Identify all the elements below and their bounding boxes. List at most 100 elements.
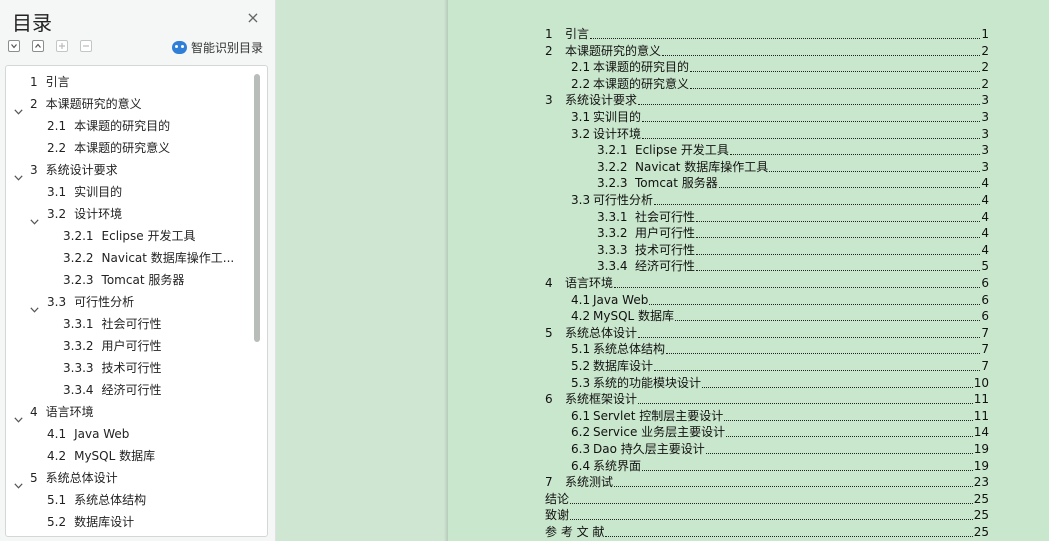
toc-tree-item[interactable]: 2.2 本课题的研究意义 bbox=[6, 137, 246, 159]
toc-tree-item-number: 2.1 bbox=[47, 119, 67, 133]
toc-entry-number: 3.2 bbox=[571, 126, 591, 141]
toc-entry[interactable]: 5.3 系统的功能模块设计 10 bbox=[571, 375, 989, 391]
toc-tree-item[interactable]: 3.3.1 社会可行性 bbox=[6, 313, 246, 335]
toc-entry[interactable]: 2.2 本课题的研究意义 2 bbox=[571, 76, 989, 92]
toc-tree-item-number: 3.1 bbox=[47, 185, 67, 199]
toc-tree-item[interactable]: 3 系统设计要求 bbox=[6, 159, 246, 181]
toc-entry[interactable]: 参 考 文 献 25 bbox=[545, 524, 989, 540]
toc-entry[interactable]: 3.2.3 Tomcat 服务器 4 bbox=[597, 175, 989, 191]
smart-toc-label: 智能识别目录 bbox=[191, 40, 264, 55]
toc-entry[interactable]: 2.1 本课题的研究目的 2 bbox=[571, 59, 989, 75]
add-heading-icon[interactable] bbox=[56, 40, 68, 52]
dot-leader bbox=[718, 186, 981, 189]
toc-tree-item[interactable]: 3.2 设计环境 bbox=[6, 203, 246, 225]
toc-entry-number: 6.4 bbox=[571, 458, 591, 473]
chevron-down-icon[interactable] bbox=[30, 298, 39, 313]
toc-entry-page: 11 bbox=[973, 408, 989, 423]
expand-all-icon[interactable] bbox=[32, 40, 44, 52]
toc-tree-item-number: 3.2.2 bbox=[63, 251, 94, 265]
toc-tree-item-label: 经济可行性 bbox=[101, 383, 162, 397]
toc-tree-item[interactable]: 3.3 可行性分析 bbox=[6, 291, 246, 313]
toc-tree-item[interactable]: 3.3.3 技术可行性 bbox=[6, 357, 246, 379]
toc-entry[interactable]: 5.2 数据库设计 7 bbox=[571, 358, 989, 374]
chevron-down-icon[interactable] bbox=[14, 100, 23, 115]
toc-entry-number: 2.1 bbox=[571, 60, 591, 75]
toc-entry-number: 4 bbox=[545, 276, 553, 290]
toc-entry[interactable]: 6.3 Dao 持久层主要设计 19 bbox=[571, 441, 989, 457]
toc-tree-item-number: 5 bbox=[30, 471, 38, 485]
toc-entry-number: 3.2.1 bbox=[597, 143, 628, 158]
toc-entry-page: 4 bbox=[981, 242, 989, 257]
toc-entry[interactable]: 7 系统测试 23 bbox=[545, 474, 989, 490]
toc-entry[interactable]: 6.1 Servlet 控制层主要设计 11 bbox=[571, 408, 989, 424]
toc-entry[interactable]: 3.3.4 经济可行性 5 bbox=[597, 258, 989, 274]
toc-entry-number: 3.3.1 bbox=[597, 209, 628, 224]
toc-entry[interactable]: 4.2 MySQL 数据库 6 bbox=[571, 308, 989, 324]
toc-entry-page: 6 bbox=[981, 276, 989, 290]
chevron-down-icon[interactable] bbox=[30, 210, 39, 225]
toc-tree-item[interactable]: 5 系统总体设计 bbox=[6, 467, 246, 489]
toc-tree-item[interactable]: 4.2 MySQL 数据库 bbox=[6, 445, 246, 467]
dot-leader bbox=[642, 120, 981, 122]
toc-entry[interactable]: 5 系统总体设计 7 bbox=[545, 325, 989, 341]
toc-entry[interactable]: 1 引言 1 bbox=[545, 26, 989, 42]
toc-entry[interactable]: 4 语言环境 6 bbox=[545, 275, 989, 291]
chevron-down-icon[interactable] bbox=[14, 474, 23, 489]
toc-scrollbar[interactable] bbox=[253, 72, 261, 532]
toc-entry[interactable]: 3.3 可行性分析 4 bbox=[571, 192, 989, 208]
toc-tree-item[interactable]: 2.1 本课题的研究目的 bbox=[6, 115, 246, 137]
chevron-down-icon[interactable] bbox=[14, 408, 23, 423]
toc-entry-page: 4 bbox=[981, 193, 989, 207]
toc-entry-title: 系统设计要求 bbox=[565, 93, 638, 108]
toc-tree-item[interactable]: 1 引言 bbox=[6, 71, 246, 93]
toc-tree-item[interactable]: 3.3.2 用户可行性 bbox=[6, 335, 246, 357]
toc-entry-title: 设计环境 bbox=[593, 126, 642, 141]
toc-tree-item[interactable]: 4 语言环境 bbox=[6, 401, 246, 423]
toc-scrollbar-thumb[interactable] bbox=[254, 74, 260, 342]
smart-toc-button[interactable]: 智能识别目录 bbox=[172, 38, 263, 56]
toc-tree-item-label: 本课题研究的意义 bbox=[45, 97, 142, 111]
toc-entry[interactable]: 3.1 实训目的 3 bbox=[571, 109, 989, 125]
toc-tree-item[interactable]: 3.2.1 Eclipse 开发工具 bbox=[6, 225, 246, 247]
dot-leader bbox=[726, 435, 973, 438]
toc-tree-item[interactable]: 3.2.2 Navicat 数据库操作工... bbox=[6, 247, 246, 269]
toc-entry-title: 系统界面 bbox=[593, 458, 642, 473]
toc-entry[interactable]: 3.3.3 技术可行性 4 bbox=[597, 242, 989, 258]
toc-entry[interactable]: 6.4 系统界面 19 bbox=[571, 458, 989, 474]
toc-tree-item[interactable]: 5.2 数据库设计 bbox=[6, 511, 246, 533]
dot-leader bbox=[638, 402, 973, 405]
toc-entry[interactable]: 结论 25 bbox=[545, 491, 989, 507]
remove-heading-icon[interactable] bbox=[80, 40, 92, 52]
toc-entry[interactable]: 3.2 设计环境 3 bbox=[571, 126, 989, 142]
toc-tree-item[interactable]: 3.1 实训目的 bbox=[6, 181, 246, 203]
toc-tree-item-number: 3.2.1 bbox=[63, 229, 94, 243]
toc-entry[interactable]: 2 本课题研究的意义 2 bbox=[545, 43, 989, 59]
toc-entry-title: 系统的功能模块设计 bbox=[593, 375, 702, 390]
toc-entry[interactable]: 3.2.2 Navicat 数据库操作工具 3 bbox=[597, 159, 989, 175]
toc-tree-item[interactable]: 5.1 系统总体结构 bbox=[6, 489, 246, 511]
close-icon[interactable]: × bbox=[244, 9, 262, 27]
toc-tree-item-label: 系统设计要求 bbox=[45, 163, 118, 177]
toc-entry[interactable]: 4.1 Java Web 6 bbox=[571, 292, 989, 308]
toc-tree-item[interactable]: 3.3.4 经济可行性 bbox=[6, 379, 246, 401]
chevron-down-icon[interactable] bbox=[14, 166, 23, 181]
toc-entry[interactable]: 3.2.1 Eclipse 开发工具 3 bbox=[597, 142, 989, 158]
toc-tree-item[interactable]: 4.1 Java Web bbox=[6, 423, 246, 445]
dot-leader bbox=[570, 502, 973, 504]
toc-entry[interactable]: 6 系统框架设计 11 bbox=[545, 391, 989, 407]
dot-leader bbox=[696, 253, 981, 255]
toc-entry-title: 系统框架设计 bbox=[565, 392, 638, 407]
toc-entry[interactable]: 3 系统设计要求 3 bbox=[545, 92, 989, 108]
toc-entry-page: 7 bbox=[981, 342, 989, 357]
toc-entry[interactable]: 5.1 系统总体结构 7 bbox=[571, 341, 989, 357]
dot-leader bbox=[570, 518, 973, 521]
collapse-all-icon[interactable] bbox=[8, 40, 20, 52]
toc-entry[interactable]: 6.2 Service 业务层主要设计 14 bbox=[571, 424, 989, 440]
toc-entry[interactable]: 3.3.2 用户可行性 4 bbox=[597, 225, 989, 241]
toc-entry-title: 语言环境 bbox=[565, 276, 614, 290]
toc-entry-number: 7 bbox=[545, 475, 553, 490]
toc-entry[interactable]: 3.3.1 社会可行性 4 bbox=[597, 209, 989, 225]
toc-tree-item[interactable]: 2 本课题研究的意义 bbox=[6, 93, 246, 115]
toc-entry[interactable]: 致谢 25 bbox=[545, 507, 989, 523]
toc-tree-item[interactable]: 3.2.3 Tomcat 服务器 bbox=[6, 269, 246, 291]
